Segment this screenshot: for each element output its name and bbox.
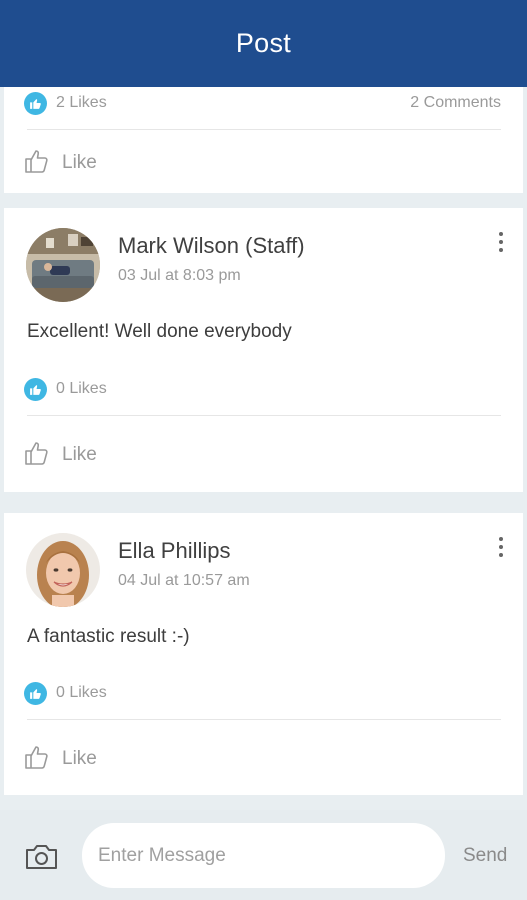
author-name[interactable]: Ella Phillips xyxy=(118,538,231,564)
app-root: Post 2 Likes 2 Comments Like Mark Wilson… xyxy=(0,0,527,900)
author-name[interactable]: Mark Wilson (Staff) xyxy=(118,233,305,259)
post-text: A fantastic result :-) xyxy=(27,626,190,647)
post-stats: 0 Likes xyxy=(4,678,523,708)
more-options-icon[interactable] xyxy=(497,232,505,252)
message-input[interactable] xyxy=(82,823,445,888)
post-card: Ella Phillips 04 Jul at 10:57 am A fanta… xyxy=(4,513,523,795)
divider xyxy=(27,719,501,720)
post-card: 2 Likes 2 Comments Like xyxy=(4,87,523,193)
thumbs-up-outline-icon xyxy=(24,744,50,775)
like-label: Like xyxy=(62,152,97,173)
thumbs-up-badge-icon xyxy=(24,681,47,705)
camera-icon[interactable] xyxy=(25,843,58,871)
avatar[interactable] xyxy=(26,228,100,302)
post-text: Excellent! Well done everybody xyxy=(27,321,292,342)
like-button[interactable]: Like xyxy=(24,147,97,179)
likes-summary[interactable]: 0 Likes xyxy=(24,377,107,401)
thumbs-up-outline-icon xyxy=(24,148,50,179)
woman-portrait-photo xyxy=(26,533,100,607)
like-label: Like xyxy=(62,748,97,769)
like-button[interactable]: Like xyxy=(24,439,97,471)
likes-count: 0 Likes xyxy=(56,380,107,397)
living-room-photo xyxy=(26,228,100,302)
thumbs-up-badge-icon xyxy=(24,91,47,115)
comments-count[interactable]: 2 Comments xyxy=(410,94,501,112)
send-button[interactable]: Send xyxy=(463,845,507,867)
post-stats: 0 Likes xyxy=(4,374,523,404)
likes-summary[interactable]: 2 Likes xyxy=(24,91,107,115)
post-feed[interactable]: 2 Likes 2 Comments Like Mark Wilson (Sta… xyxy=(0,87,527,810)
avatar[interactable] xyxy=(26,533,100,607)
likes-count: 2 Likes xyxy=(56,94,107,111)
like-label: Like xyxy=(62,444,97,465)
post-timestamp: 03 Jul at 8:03 pm xyxy=(118,267,241,284)
likes-summary[interactable]: 0 Likes xyxy=(24,681,107,705)
like-button[interactable]: Like xyxy=(24,743,97,775)
thumbs-up-badge-icon xyxy=(24,377,47,401)
divider xyxy=(27,129,501,130)
thumbs-up-outline-icon xyxy=(24,440,50,471)
post-stats: 2 Likes 2 Comments xyxy=(4,88,523,118)
divider xyxy=(27,415,501,416)
post-timestamp: 04 Jul at 10:57 am xyxy=(118,572,250,589)
post-card: Mark Wilson (Staff) 03 Jul at 8:03 pm Ex… xyxy=(4,208,523,492)
page-title: Post xyxy=(235,28,292,58)
more-options-icon[interactable] xyxy=(497,537,505,557)
likes-count: 0 Likes xyxy=(56,684,107,701)
top-bar: Post xyxy=(0,0,527,87)
